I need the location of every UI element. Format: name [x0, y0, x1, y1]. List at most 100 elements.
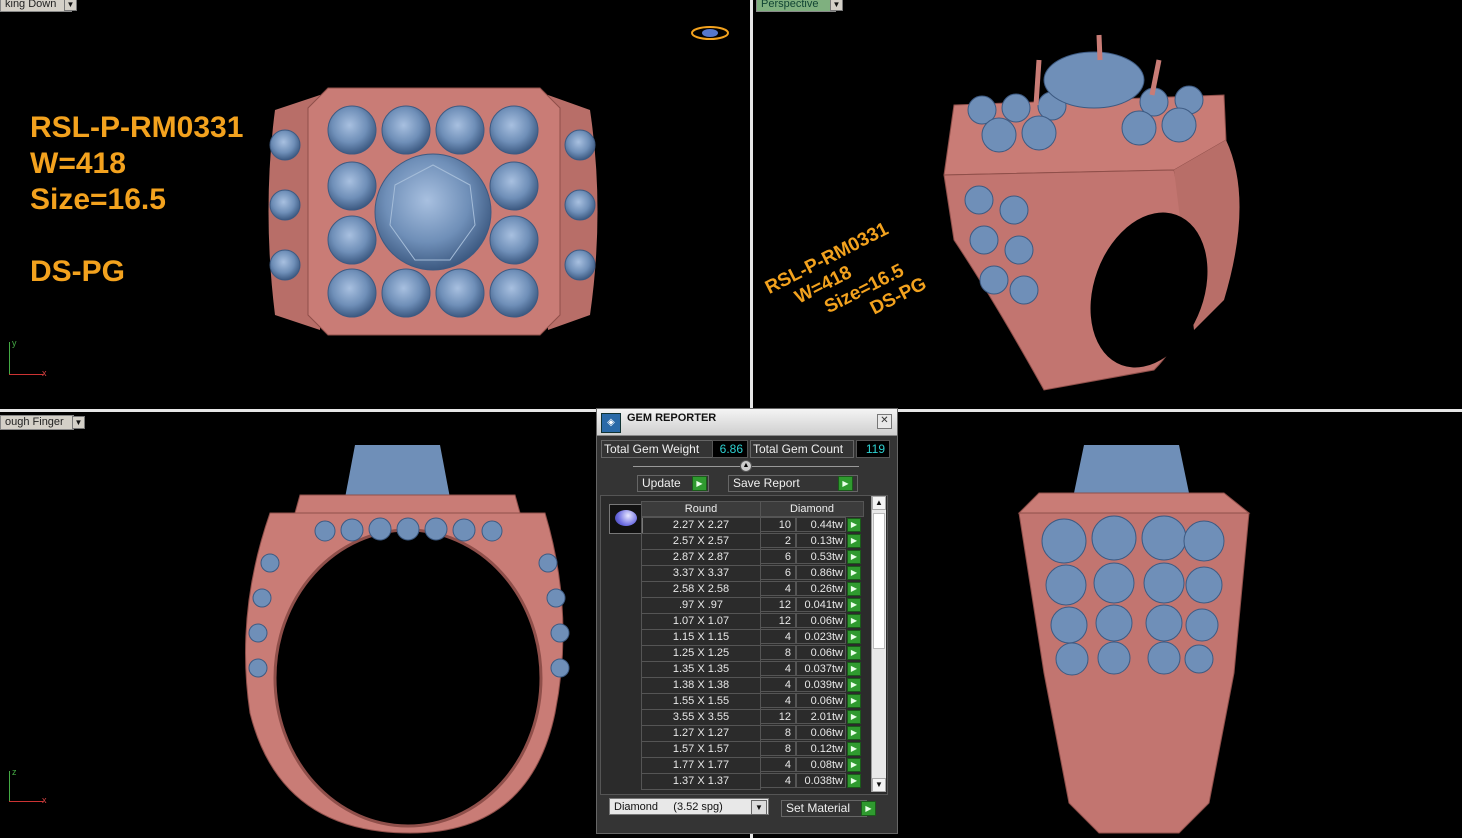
- table-row[interactable]: 1.37 X 1.37 4 0.038tw ▶: [641, 773, 863, 790]
- row-go-icon[interactable]: ▶: [847, 630, 861, 644]
- gem-count-cell: 6: [760, 565, 796, 580]
- table-row[interactable]: 1.77 X 1.77 4 0.08tw ▶: [641, 757, 863, 774]
- table-row[interactable]: 3.55 X 3.55 12 2.01tw ▶: [641, 709, 863, 726]
- row-go-icon[interactable]: ▶: [847, 694, 861, 708]
- scroll-thumb[interactable]: [873, 513, 885, 649]
- table-row[interactable]: 2.87 X 2.87 6 0.53tw ▶: [641, 549, 863, 566]
- table-row[interactable]: 3.37 X 3.37 6 0.86tw ▶: [641, 565, 863, 582]
- gem-weight-cell: 0.039tw: [796, 677, 846, 692]
- viewport-top[interactable]: RSL-P-RM0331 W=418 Size=16.5 DS-PG y x: [0, 0, 750, 409]
- gem-weight-cell: 0.06tw: [796, 613, 846, 628]
- table-row[interactable]: 1.25 X 1.25 8 0.06tw ▶: [641, 645, 863, 662]
- row-go-icon[interactable]: ▶: [847, 662, 861, 676]
- table-row[interactable]: 1.38 X 1.38 4 0.039tw ▶: [641, 677, 863, 694]
- gem-weight-cell: 0.13tw: [796, 533, 846, 548]
- gem-count-cell: 12: [760, 709, 796, 724]
- row-go-icon[interactable]: ▶: [847, 742, 861, 756]
- gem-size-cell: 1.07 X 1.07: [641, 613, 761, 630]
- panel-slider-handle[interactable]: ▲: [740, 460, 752, 472]
- gem-weight-cell: 2.01tw: [796, 709, 846, 724]
- table-row[interactable]: 2.57 X 2.57 2 0.13tw ▶: [641, 533, 863, 550]
- save-report-label: Save Report: [733, 476, 800, 490]
- axis-z-label: z: [12, 767, 17, 777]
- ring-code: RSL-P-RM0331: [30, 111, 244, 144]
- viewport-label-top[interactable]: king Down: [0, 0, 72, 12]
- gem-weight-cell: 0.06tw: [796, 693, 846, 708]
- dialog-titlebar[interactable]: ◈ GEM REPORTER ✕: [597, 409, 897, 436]
- row-go-icon[interactable]: ▶: [847, 550, 861, 564]
- table-row[interactable]: .97 X .97 12 0.041tw ▶: [641, 597, 863, 614]
- gem-reporter-dialog: ◈ GEM REPORTER ✕ Total Gem Weight 6.86 T…: [596, 408, 898, 834]
- view-cube-icon[interactable]: [690, 24, 730, 42]
- gem-count-cell: 8: [760, 645, 796, 660]
- viewport-label-perspective[interactable]: Perspective: [756, 0, 836, 12]
- table-row[interactable]: 1.57 X 1.57 8 0.12tw ▶: [641, 741, 863, 758]
- scroll-up-icon[interactable]: ▲: [872, 496, 886, 510]
- gem-size-cell: 1.25 X 1.25: [641, 645, 761, 662]
- close-icon[interactable]: ✕: [877, 414, 892, 429]
- viewport-label-through-finger[interactable]: ough Finger: [0, 415, 74, 430]
- axis-y-label: y: [12, 338, 17, 348]
- gem-size-cell: 2.57 X 2.57: [641, 533, 761, 550]
- gem-count-cell: 12: [760, 597, 796, 612]
- material-select-value: Diamond (3.52 spg): [614, 801, 723, 813]
- table-row[interactable]: 1.27 X 1.27 8 0.06tw ▶: [641, 725, 863, 742]
- save-report-go-icon[interactable]: ▶: [838, 476, 853, 491]
- gem-count-cell: 4: [760, 773, 796, 788]
- gem-weight-cell: 0.06tw: [796, 725, 846, 740]
- axis-x-label: x: [42, 368, 47, 378]
- row-go-icon[interactable]: ▶: [847, 678, 861, 692]
- set-material-label: Set Material: [786, 801, 851, 815]
- table-row[interactable]: 1.35 X 1.35 4 0.037tw ▶: [641, 661, 863, 678]
- set-material-button[interactable]: Set Material: [781, 800, 867, 817]
- table-row[interactable]: 1.07 X 1.07 12 0.06tw ▶: [641, 613, 863, 630]
- chevron-down-icon[interactable]: ▼: [72, 416, 85, 429]
- material-select[interactable]: Diamond (3.52 spg) ▼: [609, 798, 769, 815]
- total-gem-count-label: Total Gem Count: [750, 440, 854, 458]
- scroll-down-icon[interactable]: ▼: [872, 778, 886, 792]
- gem-weight-cell: 0.041tw: [796, 597, 846, 612]
- chevron-down-icon[interactable]: ▼: [64, 0, 77, 11]
- row-go-icon[interactable]: ▶: [847, 598, 861, 612]
- row-go-icon[interactable]: ▶: [847, 774, 861, 788]
- gem-size-cell: 3.37 X 3.37: [641, 565, 761, 582]
- row-go-icon[interactable]: ▶: [847, 534, 861, 548]
- column-header-material: Diamond: [760, 501, 864, 517]
- gem-list-scrollbar[interactable]: ▲ ▼: [871, 496, 886, 792]
- chevron-down-icon[interactable]: ▼: [830, 0, 843, 11]
- chevron-down-icon[interactable]: ▼: [751, 800, 767, 815]
- gem-size-cell: 1.77 X 1.77: [641, 757, 761, 774]
- update-go-icon[interactable]: ▶: [692, 476, 707, 491]
- axis-x-label: x: [42, 795, 47, 805]
- table-row[interactable]: 1.55 X 1.55 4 0.06tw ▶: [641, 693, 863, 710]
- set-material-go-icon[interactable]: ▶: [861, 801, 876, 816]
- viewport-perspective[interactable]: [754, 0, 1462, 409]
- gem-count-cell: 4: [760, 581, 796, 596]
- table-row[interactable]: 2.27 X 2.27 10 0.44tw ▶: [641, 517, 863, 534]
- gem-count-cell: 8: [760, 725, 796, 740]
- row-go-icon[interactable]: ▶: [847, 566, 861, 580]
- table-row[interactable]: 2.58 X 2.58 4 0.26tw ▶: [641, 581, 863, 598]
- row-go-icon[interactable]: ▶: [847, 710, 861, 724]
- ring-code2: DS-PG: [30, 255, 126, 288]
- row-go-icon[interactable]: ▶: [847, 758, 861, 772]
- row-go-icon[interactable]: ▶: [847, 518, 861, 532]
- gem-weight-cell: 0.08tw: [796, 757, 846, 772]
- ring-size: Size=16.5: [30, 183, 166, 216]
- dialog-title: GEM REPORTER: [627, 412, 717, 424]
- row-go-icon[interactable]: ▶: [847, 646, 861, 660]
- table-row[interactable]: 1.15 X 1.15 4 0.023tw ▶: [641, 629, 863, 646]
- gem-count-cell: 4: [760, 661, 796, 676]
- gem-weight-cell: 0.53tw: [796, 549, 846, 564]
- row-go-icon[interactable]: ▶: [847, 582, 861, 596]
- gem-weight-cell: 0.037tw: [796, 661, 846, 676]
- gem-size-cell: 3.55 X 3.55: [641, 709, 761, 726]
- ring-annotation: RSL-P-RM0331 W=418 Size=16.5 DS-PG: [30, 110, 243, 290]
- gem-count-cell: 12: [760, 613, 796, 628]
- row-go-icon[interactable]: ▶: [847, 614, 861, 628]
- gem-count-cell: 10: [760, 517, 796, 532]
- gem-count-cell: 4: [760, 677, 796, 692]
- gem-size-cell: 1.38 X 1.38: [641, 677, 761, 694]
- gem-weight-cell: 0.44tw: [796, 517, 846, 532]
- row-go-icon[interactable]: ▶: [847, 726, 861, 740]
